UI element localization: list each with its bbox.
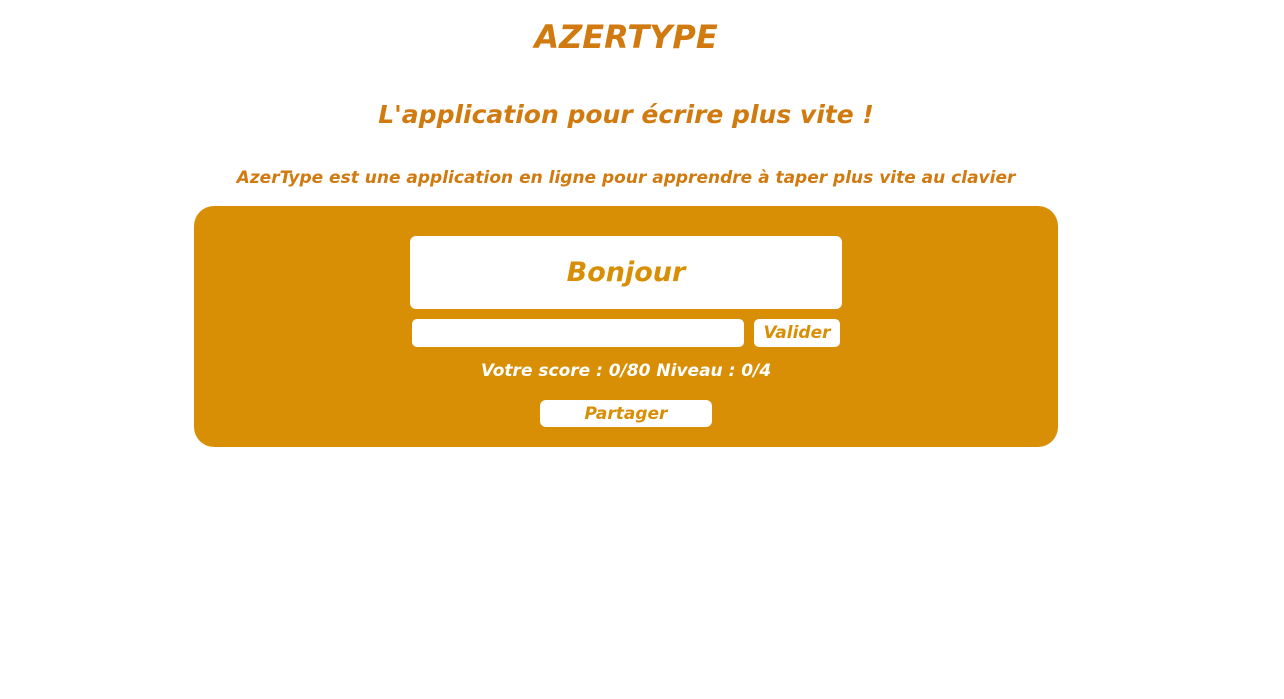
app-title: AZERTYPE (534, 18, 718, 56)
game-panel: Bonjour Valider Votre score : 0/80 Nivea… (194, 206, 1058, 447)
typing-input[interactable] (412, 319, 744, 347)
page-description: AzerType est une application en ligne po… (236, 168, 1016, 188)
share-button[interactable]: Partager (540, 400, 712, 427)
score-display: Votre score : 0/80 Niveau : 0/4 (480, 361, 772, 381)
page-tagline: L'application pour écrire plus vite ! (378, 100, 874, 129)
proposed-word: Bonjour (566, 257, 686, 288)
proposed-word-box: Bonjour (410, 236, 842, 309)
validate-button[interactable]: Valider (754, 319, 840, 347)
